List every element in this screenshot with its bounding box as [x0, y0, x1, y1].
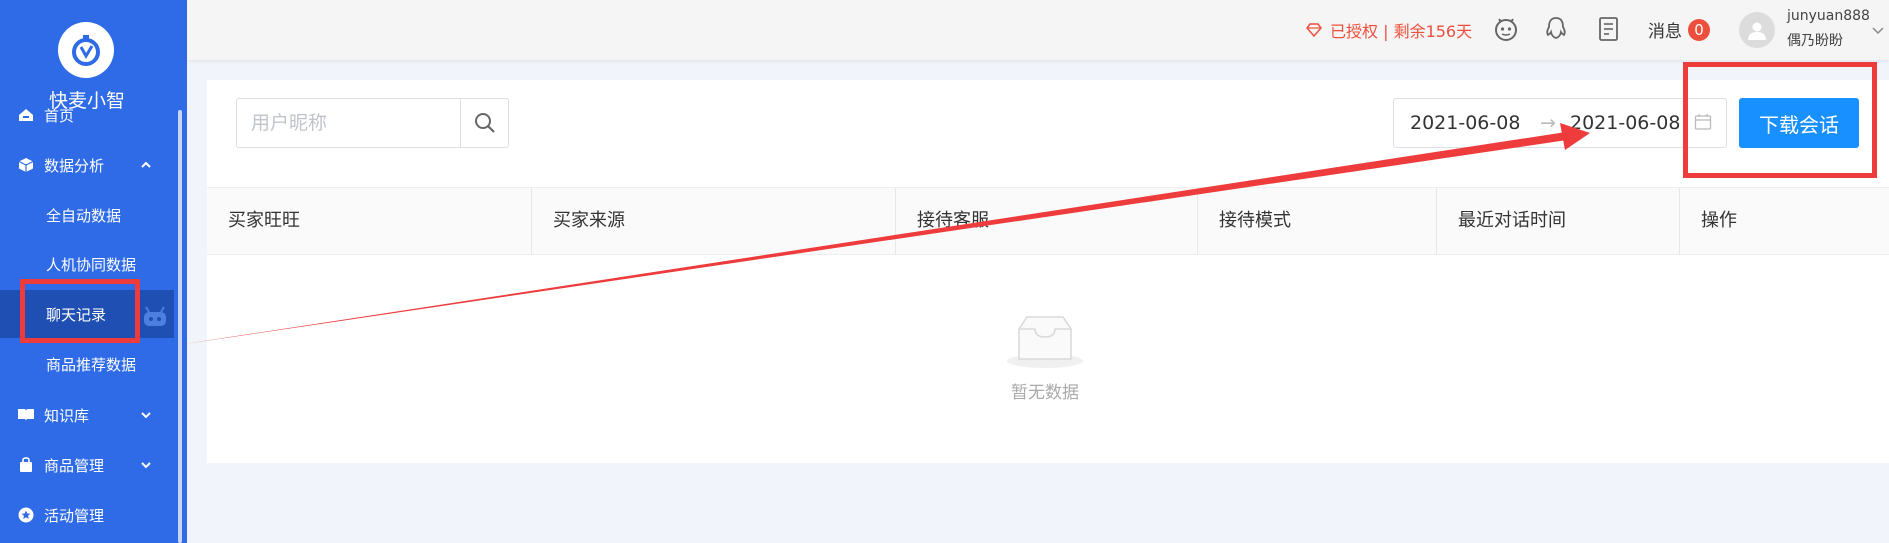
qq-icon[interactable]: [1542, 15, 1570, 43]
date-start-input[interactable]: 2021-06-08: [1410, 112, 1520, 134]
table-header: 买家旺旺 买家来源 接待客服 接待模式 最近对话时间 操作: [207, 187, 1889, 255]
messages-count-badge: 0: [1688, 18, 1710, 41]
sidebar-item-label: 数据分析: [44, 156, 105, 175]
column-header-agent: 接待客服: [896, 188, 1198, 254]
app-logo: [58, 22, 114, 78]
username[interactable]: junyuan888: [1787, 8, 1870, 24]
date-range-picker[interactable]: 2021-06-08 → 2021-06-08: [1393, 98, 1727, 148]
sidebar: 快麦小智 首页 数据分析 全自动数据 人机协同数据 聊天记录 商品推荐数据 知识…: [0, 0, 187, 543]
search-input[interactable]: [249, 109, 453, 139]
chevron-down-icon[interactable]: [1872, 20, 1884, 39]
top-header: [187, 0, 1889, 60]
sidebar-item-chat-records[interactable]: 聊天记录: [0, 290, 174, 338]
sidebar-item-label: 聊天记录: [46, 305, 107, 324]
bag-icon: [17, 456, 35, 474]
search-icon: [475, 113, 495, 133]
notes-icon[interactable]: [1595, 15, 1623, 43]
empty-state-text: 暂无数据: [1011, 383, 1079, 403]
sidebar-item-label: 商品推荐数据: [46, 355, 137, 374]
column-header-last-chat-time: 最近对话时间: [1437, 188, 1680, 254]
sidebar-item-collab-data[interactable]: 人机协同数据: [0, 240, 174, 288]
column-header-buyer-wangwang: 买家旺旺: [207, 188, 532, 254]
sidebar-item-label: 商品管理: [44, 456, 105, 475]
avatar[interactable]: [1739, 12, 1775, 48]
diamond-icon: [1306, 23, 1322, 37]
column-header-actions: 操作: [1701, 210, 1737, 231]
book-icon: [17, 406, 35, 424]
sidebar-item-product-recommend[interactable]: 商品推荐数据: [0, 340, 174, 388]
robot-face-icon[interactable]: [1492, 15, 1520, 43]
sidebar-item-label: 活动管理: [44, 506, 105, 525]
cube-icon: [17, 156, 35, 174]
star-icon: [17, 506, 35, 524]
date-separator: →: [1540, 112, 1556, 134]
robot-icon: [140, 306, 170, 332]
sidebar-item-auto-data[interactable]: 全自动数据: [0, 191, 174, 239]
sidebar-item-label: 全自动数据: [46, 206, 122, 225]
shop-name[interactable]: 偶乃盼盼: [1787, 30, 1843, 50]
messages-button[interactable]: 消息 0: [1648, 17, 1710, 42]
chevron-down-icon: [140, 407, 152, 425]
empty-box-icon: [1005, 315, 1085, 373]
search-button[interactable]: [460, 98, 509, 148]
date-end-input[interactable]: 2021-06-08: [1570, 112, 1680, 134]
sidebar-item-knowledge-base[interactable]: 知识库: [0, 391, 174, 439]
messages-label: 消息: [1648, 22, 1682, 42]
home-icon: [17, 106, 35, 124]
sidebar-scrollbar[interactable]: [178, 110, 182, 543]
sidebar-item-product-management[interactable]: 商品管理: [0, 441, 174, 489]
chevron-down-icon: [140, 457, 152, 475]
chevron-up-icon: [140, 157, 152, 175]
sidebar-item-label: 首页: [44, 106, 75, 125]
sidebar-item-label: 人机协同数据: [46, 255, 137, 274]
download-conversation-button[interactable]: 下载会话: [1739, 98, 1859, 148]
authorization-text: 已授权 | 剩余156天: [1330, 22, 1473, 41]
sidebar-item-home[interactable]: 首页: [0, 92, 174, 138]
column-header-reception-mode: 接待模式: [1198, 188, 1437, 254]
calendar-icon: [1694, 113, 1712, 135]
sidebar-item-label: 知识库: [44, 406, 90, 425]
stopwatch-logo-icon: [72, 35, 100, 66]
sidebar-item-data-analysis[interactable]: 数据分析: [0, 141, 174, 189]
sidebar-item-activity-management[interactable]: 活动管理: [0, 491, 174, 539]
authorization-status: 已授权 | 剩余156天: [1306, 18, 1472, 42]
user-icon: [1748, 22, 1766, 40]
column-header-buyer-source: 买家来源: [532, 188, 896, 254]
